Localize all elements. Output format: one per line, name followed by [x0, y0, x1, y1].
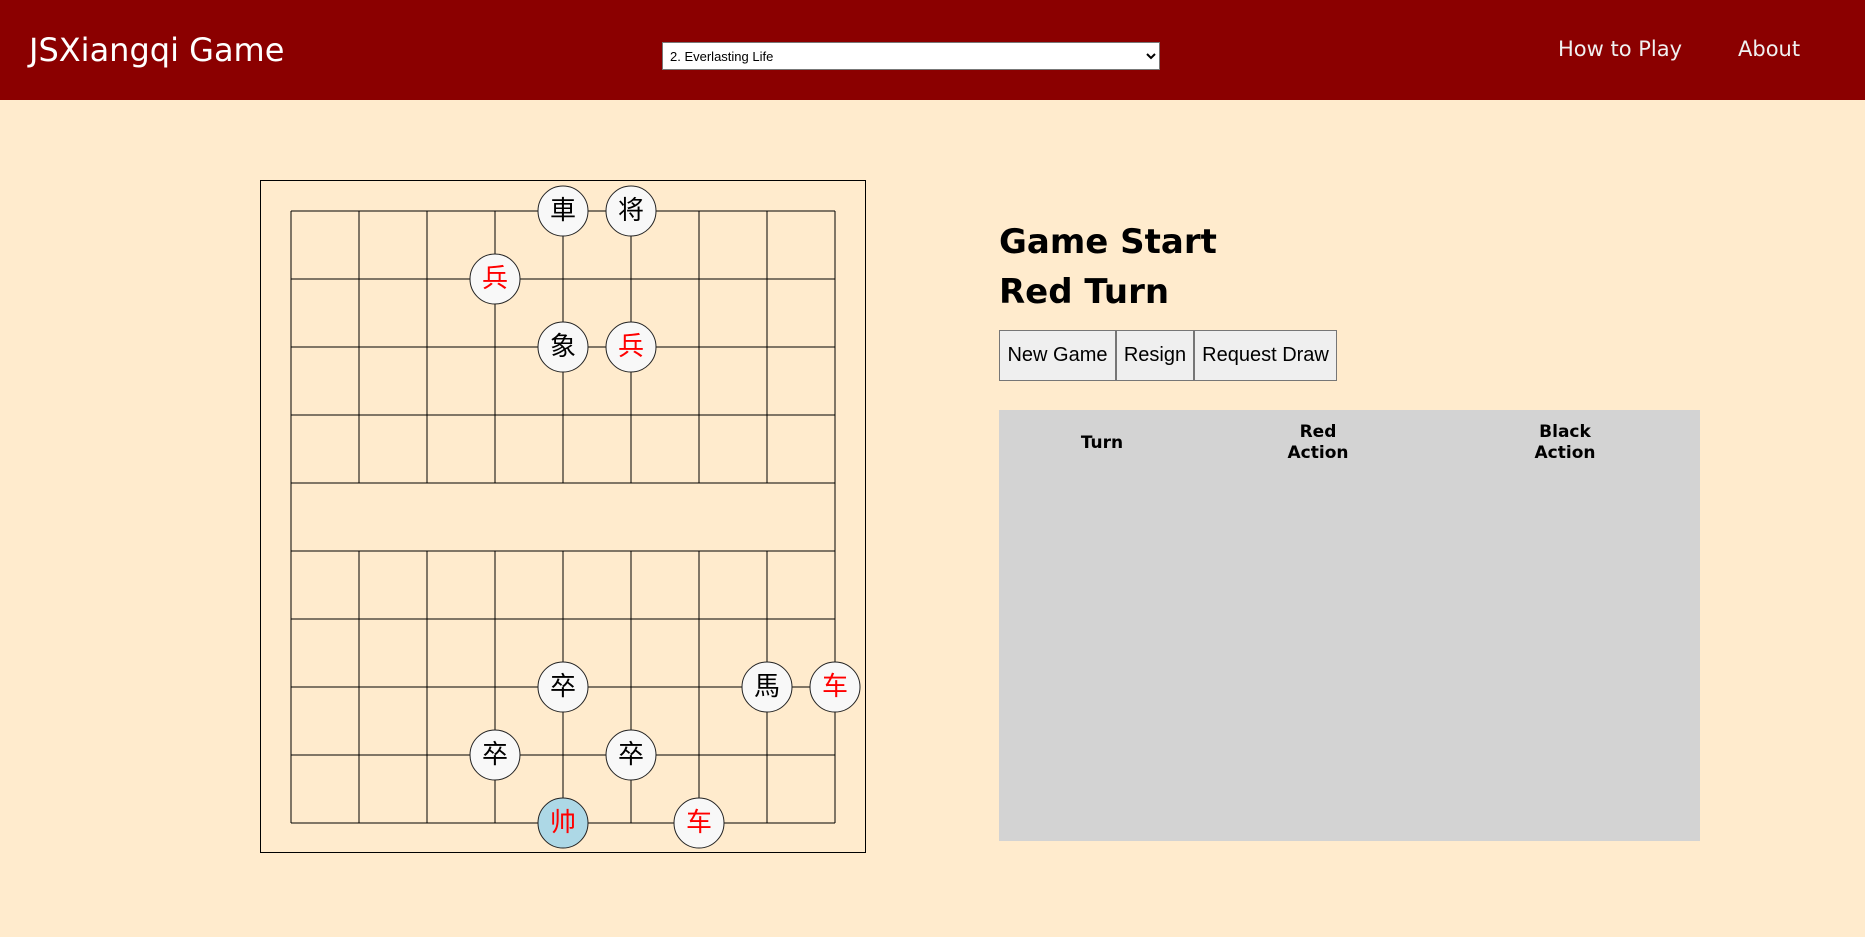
- piece-disc[interactable]: [469, 729, 521, 781]
- black-chariot-piece[interactable]: 車: [537, 185, 589, 237]
- piece-disc[interactable]: [537, 661, 589, 713]
- red-soldier-piece[interactable]: 兵: [605, 321, 657, 373]
- history-header-black-action: Black Action: [1534, 422, 1596, 463]
- piece-disc[interactable]: [605, 185, 657, 237]
- resign-button[interactable]: Resign: [1116, 330, 1194, 381]
- app-title[interactable]: JSXiangqi Game: [29, 30, 284, 70]
- piece-disc[interactable]: [605, 321, 657, 373]
- xiangqi-board: 車将兵象兵卒馬车卒卒帅车: [260, 180, 866, 853]
- red-general-piece[interactable]: 帅: [537, 797, 589, 849]
- red-chariot-piece[interactable]: 车: [809, 661, 861, 713]
- history-header-turn: Turn: [1080, 433, 1124, 453]
- black-soldier-piece[interactable]: 卒: [605, 729, 657, 781]
- navbar: JSXiangqi Game 2. Everlasting Life How t…: [0, 0, 1865, 100]
- how-to-play-link[interactable]: How to Play: [1558, 36, 1682, 62]
- history-header-red-action: Red Action: [1287, 422, 1349, 463]
- black-elephant-piece[interactable]: 象: [537, 321, 589, 373]
- red-chariot-piece[interactable]: 车: [673, 797, 725, 849]
- about-link[interactable]: About: [1738, 36, 1800, 62]
- request-draw-button[interactable]: Request Draw: [1194, 330, 1337, 381]
- piece-disc[interactable]: [469, 253, 521, 305]
- piece-disc[interactable]: [537, 321, 589, 373]
- new-game-button[interactable]: New Game: [999, 330, 1116, 381]
- board-grid: 車将兵象 兵卒馬车卒 卒帅车: [290, 185, 861, 849]
- piece-disc[interactable]: [537, 185, 589, 237]
- black-general-piece[interactable]: 将: [605, 185, 657, 237]
- piece-disc[interactable]: [537, 797, 589, 849]
- piece-disc[interactable]: [741, 661, 793, 713]
- move-history-table: Turn Red Action Black Action: [999, 410, 1700, 841]
- puzzle-select[interactable]: 2. Everlasting Life: [662, 42, 1160, 70]
- red-soldier-piece[interactable]: 兵: [469, 253, 521, 305]
- game-status-title: Game Start: [999, 222, 1217, 262]
- piece-disc[interactable]: [673, 797, 725, 849]
- piece-disc[interactable]: [809, 661, 861, 713]
- piece-disc[interactable]: [605, 729, 657, 781]
- black-soldier-piece[interactable]: 卒: [469, 729, 521, 781]
- black-horse-piece[interactable]: 馬: [741, 661, 793, 713]
- turn-indicator: Red Turn: [999, 272, 1170, 312]
- black-soldier-piece[interactable]: 卒: [537, 661, 589, 713]
